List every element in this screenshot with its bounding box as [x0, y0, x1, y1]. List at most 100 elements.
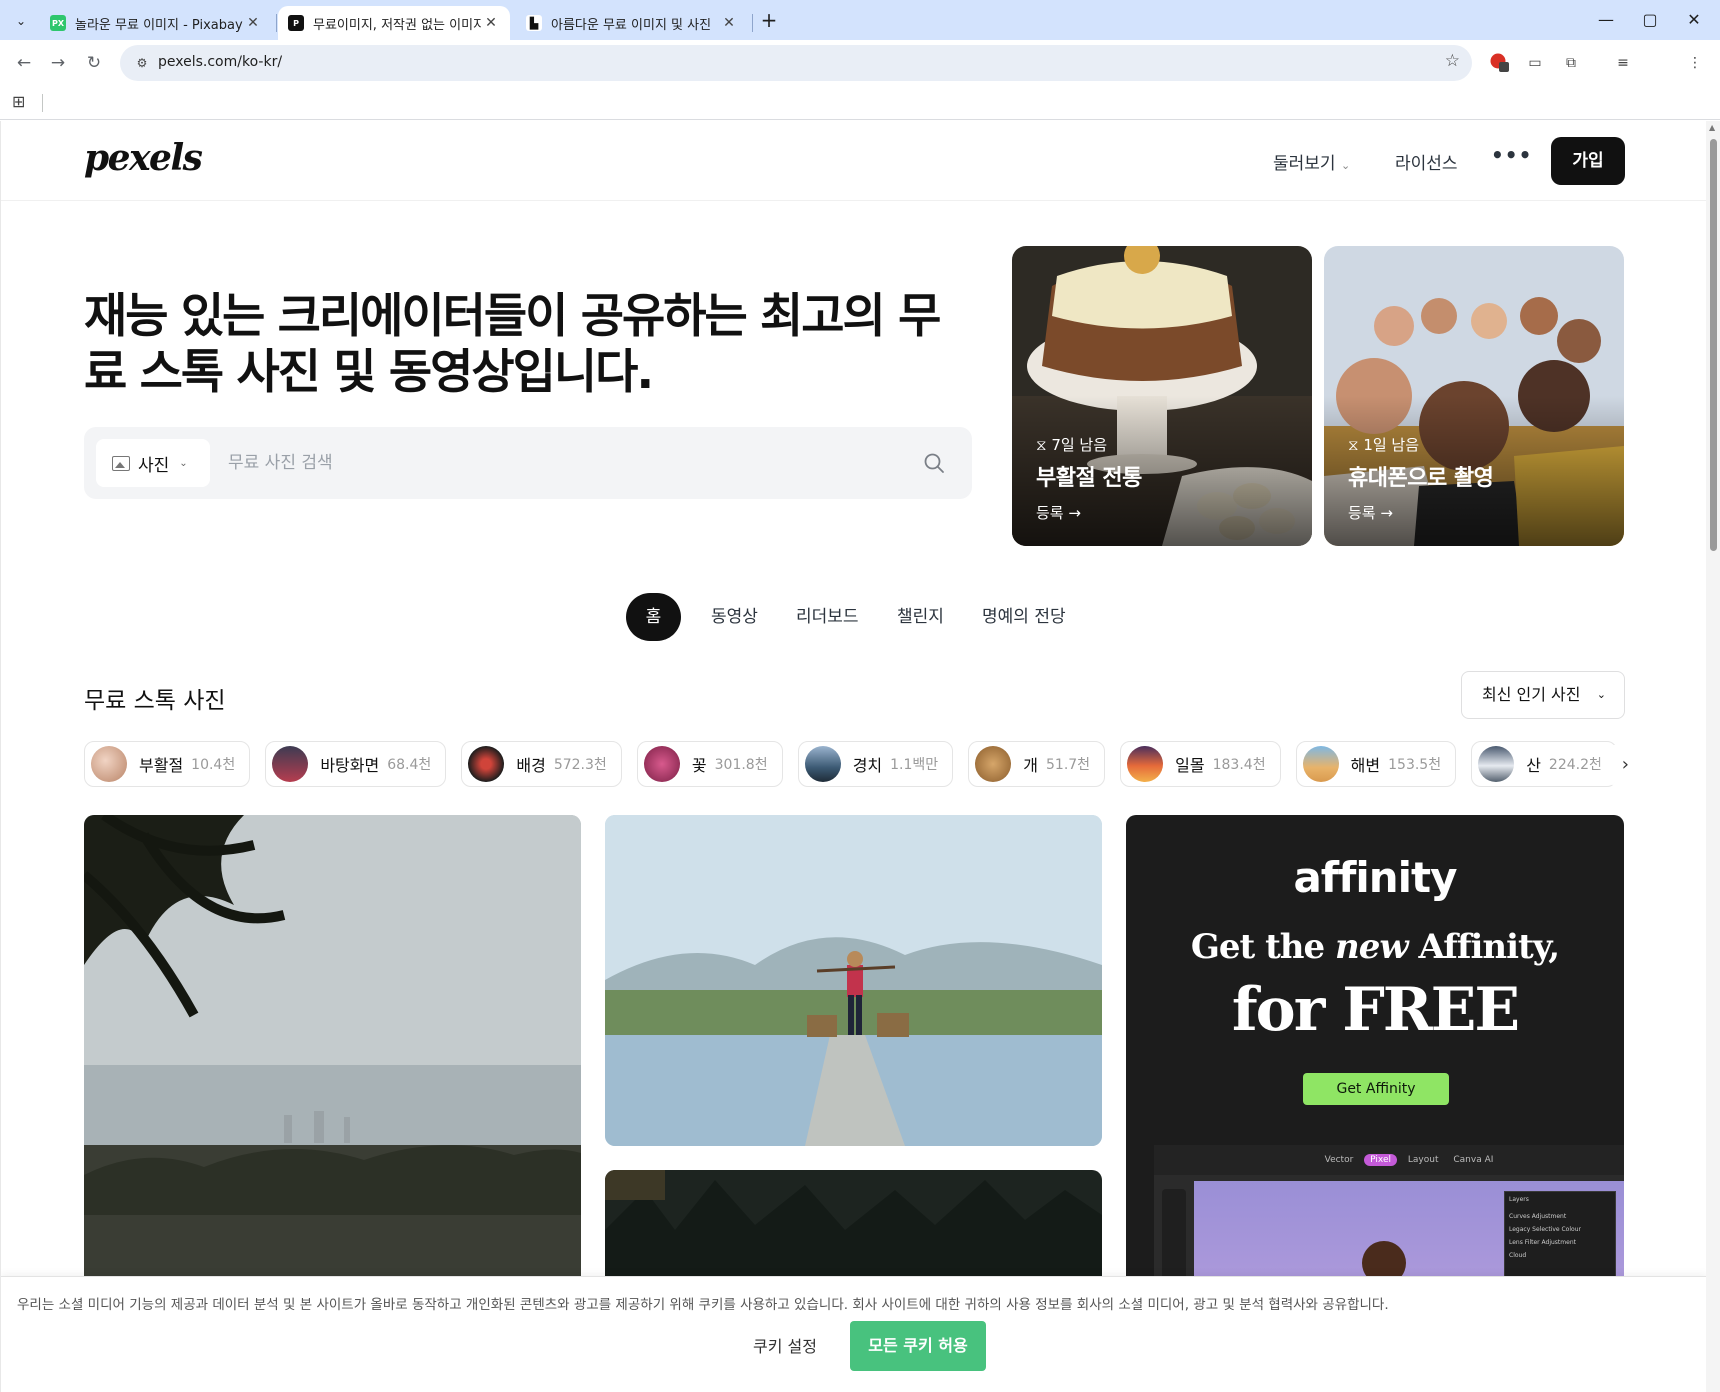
ad-subheadline: for FREE	[1231, 975, 1520, 1045]
close-window-icon[interactable]: ✕	[1672, 6, 1716, 34]
search-type-dropdown[interactable]: 사진 ⌄	[96, 439, 210, 487]
sort-dropdown[interactable]: 최신 인기 사진 ⌄	[1461, 671, 1625, 719]
join-button[interactable]: 가입	[1551, 137, 1625, 185]
tool-canva-ai: Canva AI	[1453, 1155, 1494, 1165]
browser-menu-icon[interactable]: ⋮	[1684, 52, 1706, 74]
photo-farmer-pond[interactable]	[605, 815, 1102, 1146]
tab-hall-of-fame[interactable]: 명예의 전당	[982, 593, 1066, 641]
layers-title: Layers	[1509, 1196, 1529, 1203]
topic-count: 68.4천	[387, 757, 432, 773]
cookie-message: 우리는 소셜 미디어 기능의 제공과 데이터 분석 및 본 사이트가 올바로 동…	[17, 1297, 1389, 1313]
pexels-logo[interactable]: pexels	[84, 137, 203, 179]
photo-lake-forest[interactable]	[84, 815, 581, 1295]
new-tab-plus-icon[interactable]: +	[756, 8, 782, 34]
reload-icon[interactable]: ↻	[80, 49, 108, 77]
close-tab-icon[interactable]: ✕	[482, 15, 500, 31]
topic-label: 해변	[1350, 756, 1381, 775]
media-control-icon[interactable]: ≡	[1612, 52, 1634, 74]
tool-pixel: Pixel	[1364, 1154, 1397, 1166]
scrollbar-thumb[interactable]	[1710, 139, 1717, 551]
nav-license[interactable]: 라이선스	[1395, 149, 1458, 174]
challenge-card-easter[interactable]: ⧖ 7일 남음 부활절 전통 등록 →	[1012, 246, 1312, 546]
topic-count: 153.5천	[1388, 757, 1442, 773]
tab-separator	[752, 14, 753, 32]
close-tab-icon[interactable]: ✕	[244, 15, 262, 31]
chevron-right-icon[interactable]: ›	[1597, 745, 1629, 785]
minimize-window-icon[interactable]: —	[1584, 6, 1628, 34]
extension-adblock-icon[interactable]	[1488, 52, 1510, 74]
page-viewport: pexels 둘러보기 ⌄ 라이선스 ••• 가입 재능 있는 크리에이터들이 …	[0, 121, 1706, 1392]
topic-label: 일몰	[1175, 756, 1205, 775]
page-tabs: 홈 동영상 리더보드 챌린지 명예의 전당	[1, 593, 1706, 641]
get-affinity-button[interactable]: Get Affinity	[1303, 1073, 1449, 1105]
topic-chip[interactable]: 해변 153.5천	[1295, 741, 1457, 787]
challenge-join-link[interactable]: 등록 →	[1348, 502, 1393, 523]
topic-count: 10.4천	[191, 757, 236, 773]
challenge-join-link[interactable]: 등록 →	[1036, 502, 1081, 523]
search-icon[interactable]	[922, 451, 946, 475]
topic-chip[interactable]: 꽃 301.8천	[636, 741, 783, 787]
apps-grid-icon[interactable]: ⊞	[12, 92, 25, 111]
browser-tab-strip: ⌄ PX 놀라운 무료 이미지 - Pixabay ✕ P 무료이미지, 저작권…	[0, 0, 1720, 40]
close-tab-icon[interactable]: ✕	[720, 15, 738, 31]
accept-all-cookies-button[interactable]: 모든 쿠키 허용	[850, 1321, 986, 1371]
extensions-puzzle-icon[interactable]: ⧉	[1560, 52, 1582, 74]
back-arrow-icon[interactable]: ←	[10, 49, 38, 77]
topic-chip[interactable]: 개 51.7천	[968, 741, 1106, 787]
challenge-title: 휴대폰으로 촬영	[1348, 466, 1494, 491]
tab-challenges[interactable]: 챌린지	[897, 593, 944, 641]
days-left: ⧖ 1일 남음	[1348, 436, 1420, 454]
tab-search-chevron-icon[interactable]: ⌄	[8, 8, 34, 34]
topic-label: 부활절	[139, 756, 184, 775]
topic-label: 바탕화면	[320, 756, 380, 775]
url-text[interactable]: pexels.com/ko-kr/	[158, 54, 282, 70]
address-bar[interactable]: ⚙ pexels.com/ko-kr/ ☆	[120, 45, 1472, 81]
tab-leaderboard[interactable]: 리더보드	[796, 593, 859, 641]
topic-label: 꽃	[691, 756, 707, 775]
tab-title: 놀라운 무료 이미지 - Pixabay	[75, 17, 243, 33]
topic-chip[interactable]: 바탕화면 68.4천	[265, 741, 447, 787]
tab-home[interactable]: 홈	[626, 593, 681, 641]
tab-videos[interactable]: 동영상	[711, 593, 758, 641]
topic-label: 경치	[852, 756, 883, 775]
extension-cast-icon[interactable]: ▭	[1524, 52, 1546, 74]
browser-tab-unsplash[interactable]: ▙ 아름다운 무료 이미지 및 사진 ✕	[516, 6, 748, 40]
topic-chip[interactable]: 배경 572.3천	[461, 741, 622, 787]
scroll-up-arrow-icon[interactable]: ▲	[1709, 123, 1715, 132]
forward-arrow-icon[interactable]: →	[44, 49, 72, 77]
browser-tab-pixabay[interactable]: PX 놀라운 무료 이미지 - Pixabay ✕	[40, 6, 272, 40]
nav-explore[interactable]: 둘러보기 ⌄	[1273, 149, 1350, 174]
layer-item: Curves Adjustment	[1509, 1213, 1567, 1220]
unsplash-icon: ▙	[526, 15, 542, 31]
topic-chip[interactable]: 경치 1.1백만	[797, 741, 954, 787]
topic-thumbnail	[91, 746, 127, 782]
topic-thumbnail	[1302, 746, 1339, 782]
bookmark-star-icon[interactable]: ☆	[1445, 51, 1460, 71]
topic-count: 301.8천	[714, 757, 768, 773]
search-input[interactable]	[228, 439, 868, 487]
topic-chip[interactable]: 부활절 10.4천	[84, 741, 251, 787]
site-info-icon[interactable]: ⚙	[130, 51, 154, 75]
topic-count: 51.7천	[1046, 757, 1091, 773]
hero-title: 재능 있는 크리에이터들이 공유하는 최고의 무료 스톡 사진 및 동영상입니다…	[84, 289, 941, 400]
cookie-settings-button[interactable]: 쿠키 설정	[753, 1333, 817, 1357]
more-menu-icon[interactable]: •••	[1491, 143, 1532, 167]
maximize-window-icon[interactable]: ▢	[1628, 6, 1672, 34]
topic-count: 183.4천	[1212, 757, 1266, 773]
topic-chip[interactable]: 산 224.2천	[1471, 741, 1617, 787]
page-scrollbar[interactable]: ▲	[1706, 121, 1720, 1392]
pixabay-icon: PX	[50, 15, 66, 31]
browser-tab-pexels[interactable]: P 무료이미지, 저작권 없는 이미지 ✕	[278, 6, 510, 40]
topic-chip[interactable]: 일몰 183.4천	[1120, 741, 1281, 787]
days-left: ⧖ 7일 남음	[1036, 436, 1108, 454]
section-title: 무료 스톡 사진	[84, 688, 226, 714]
layers-panel: Layers Curves Adjustment Legacy Selectiv…	[1504, 1191, 1616, 1281]
ad-headline: Get the new Affinity,	[1190, 927, 1560, 967]
layer-item: Legacy Selective Colour	[1509, 1226, 1581, 1233]
image-icon	[112, 455, 130, 471]
sort-label: 최신 인기 사진	[1482, 685, 1581, 704]
layer-item: Lens Filter Adjustment	[1509, 1239, 1576, 1246]
bookmarks-bar: ⊞	[0, 86, 1720, 120]
challenge-card-phone[interactable]: ⧖ 1일 남음 휴대폰으로 촬영 등록 →	[1324, 246, 1624, 546]
topic-thumbnail	[643, 746, 680, 782]
